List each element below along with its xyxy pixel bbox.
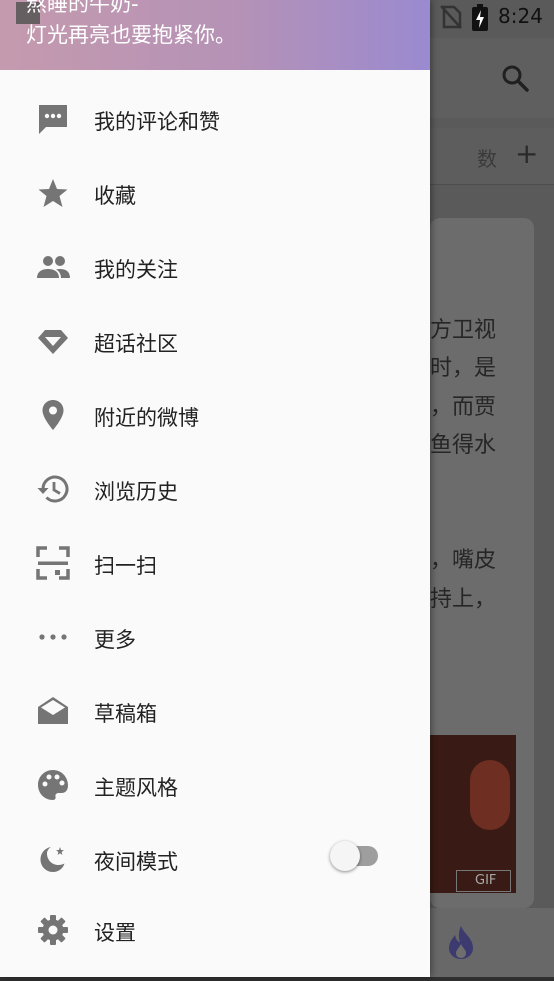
menu-item-settings[interactable]: 设置 bbox=[0, 897, 430, 971]
menu-item-label: 夜间模式 bbox=[94, 850, 178, 874]
menu-item-nearby[interactable]: 附近的微博 bbox=[0, 379, 430, 453]
more-dots-icon bbox=[36, 620, 70, 654]
star-icon bbox=[36, 176, 70, 210]
history-icon bbox=[36, 472, 70, 506]
post-text-line: ，而贾 bbox=[430, 395, 497, 420]
menu-item-label: 超话社区 bbox=[94, 332, 178, 356]
scan-icon bbox=[36, 546, 70, 580]
menu-item-label: 收藏 bbox=[94, 184, 136, 208]
menu-item-night-mode[interactable]: 夜间模式 bbox=[0, 823, 430, 897]
menu-item-comments-likes[interactable]: 我的评论和赞 bbox=[0, 83, 430, 157]
diamond-icon bbox=[36, 324, 70, 358]
post-text-line: ，嘴皮 bbox=[430, 548, 497, 573]
menu-item-label: 浏览历史 bbox=[94, 480, 178, 504]
night-mode-icon bbox=[36, 842, 70, 876]
no-sim-icon bbox=[440, 5, 462, 29]
drafts-icon bbox=[36, 694, 70, 728]
night-mode-toggle[interactable] bbox=[330, 841, 380, 871]
palette-icon bbox=[36, 768, 70, 802]
menu-item-theme[interactable]: 主题风格 bbox=[0, 749, 430, 823]
menu-item-label: 主题风格 bbox=[94, 776, 178, 800]
people-icon bbox=[36, 250, 70, 284]
menu-item-scan[interactable]: 扫一扫 bbox=[0, 527, 430, 601]
menu-item-following[interactable]: 我的关注 bbox=[0, 231, 430, 305]
user-bio: 灯光再亮也要抱紧你。 bbox=[26, 23, 236, 47]
menu-item-favorites[interactable]: 收藏 bbox=[0, 157, 430, 231]
navigation-drawer: 熬睡的牛奶- 灯光再亮也要抱紧你。 我的评论和赞 收藏 我的关注 超话社区 附近… bbox=[0, 0, 430, 977]
system-nav-bar bbox=[0, 977, 554, 981]
username[interactable]: 熬睡的牛奶- bbox=[26, 0, 139, 18]
post-text-line: 鱼得水 bbox=[430, 433, 497, 458]
location-pin-icon bbox=[36, 398, 70, 432]
post-text-line: 持上， bbox=[430, 587, 497, 612]
battery-charging-icon bbox=[472, 4, 488, 31]
gif-badge: GIF bbox=[456, 870, 512, 892]
post-text-line: 时，是 bbox=[430, 356, 497, 381]
menu-item-label: 更多 bbox=[94, 628, 136, 652]
status-time: 8:24 bbox=[498, 4, 543, 28]
menu-item-history[interactable]: 浏览历史 bbox=[0, 453, 430, 527]
menu-item-more[interactable]: 更多 bbox=[0, 601, 430, 675]
menu-item-label: 我的评论和赞 bbox=[94, 110, 220, 134]
menu-item-label: 附近的微博 bbox=[94, 406, 199, 430]
post-text-line: 方卫视 bbox=[430, 318, 497, 343]
menu-item-label: 我的关注 bbox=[94, 258, 178, 282]
menu-item-super-topic[interactable]: 超话社区 bbox=[0, 305, 430, 379]
media-content bbox=[470, 760, 510, 830]
comment-icon bbox=[36, 102, 70, 136]
menu-item-drafts[interactable]: 草稿箱 bbox=[0, 675, 430, 749]
menu-item-label: 草稿箱 bbox=[94, 702, 157, 726]
menu-item-label: 扫一扫 bbox=[94, 554, 157, 578]
search-icon[interactable] bbox=[500, 63, 530, 93]
tab-label[interactable]: 数 bbox=[477, 143, 497, 172]
drawer-header[interactable]: 熬睡的牛奶- 灯光再亮也要抱紧你。 bbox=[0, 0, 430, 70]
gear-icon bbox=[36, 913, 70, 947]
add-tab-button[interactable]: + bbox=[515, 140, 538, 168]
app-top-bar bbox=[430, 38, 554, 118]
hot-fire-icon[interactable] bbox=[446, 924, 476, 960]
toggle-knob bbox=[330, 841, 360, 871]
menu-item-label: 设置 bbox=[94, 921, 136, 945]
